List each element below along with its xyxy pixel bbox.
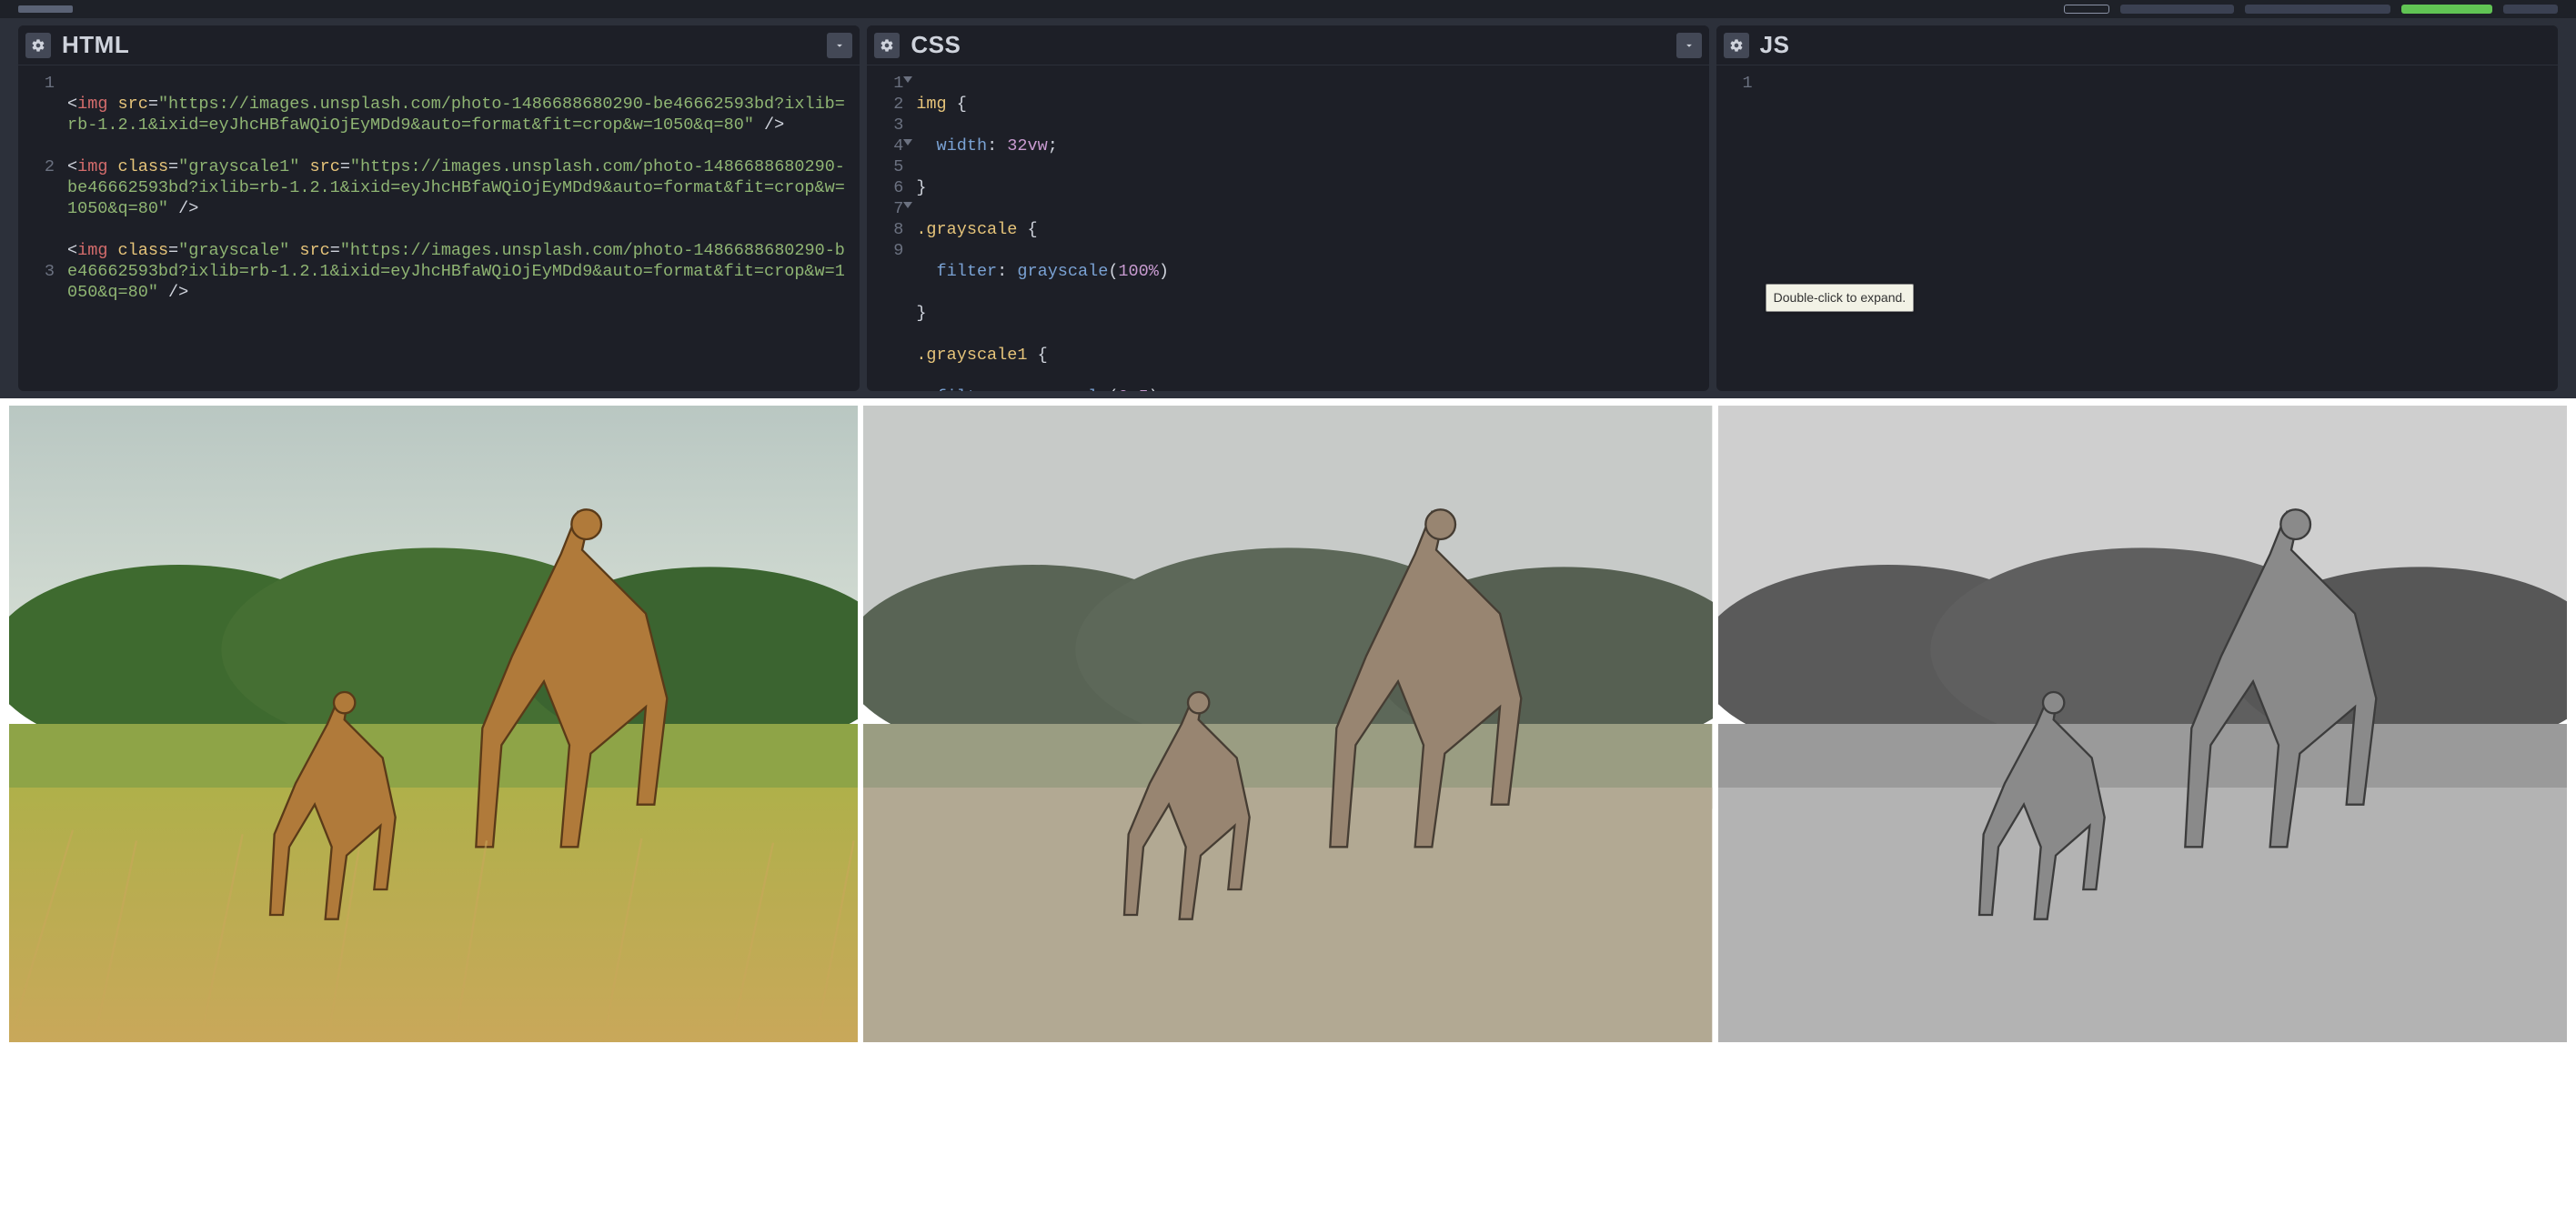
html-editor[interactable]: 1 2 3 <img src="https://images.unsplash.… xyxy=(18,65,860,391)
css-panel-title: CSS xyxy=(911,31,961,59)
expand-tooltip: Double-click to expand. xyxy=(1766,284,1915,312)
top-bar-left xyxy=(18,5,73,13)
html-panel-title: HTML xyxy=(62,31,129,59)
editor-row: HTML 1 2 3 <img src="https://images.unsp… xyxy=(0,18,2576,398)
html-panel-header: HTML xyxy=(18,25,860,65)
top-bar xyxy=(0,0,2576,18)
preview-pane xyxy=(0,398,2576,1215)
css-code-body[interactable]: img { width: 32vw; } .grayscale { filter… xyxy=(909,65,1708,391)
line-number: 8 xyxy=(867,219,903,240)
line-number: 4 xyxy=(867,136,903,156)
line-number: 3 xyxy=(18,261,55,282)
top-bar-right xyxy=(2064,5,2558,14)
js-panel-header: JS xyxy=(1716,25,2558,65)
html-gutter: 1 2 3 xyxy=(18,65,60,391)
view-badge[interactable] xyxy=(18,5,73,13)
js-code-body[interactable]: Double-click to expand. xyxy=(1758,65,2558,391)
js-editor[interactable]: 1 Double-click to expand. xyxy=(1716,65,2558,391)
line-number: 2 xyxy=(867,94,903,115)
top-button-2[interactable] xyxy=(2120,5,2234,14)
line-number: 1 xyxy=(18,73,55,94)
line-number: 3 xyxy=(867,115,903,136)
top-button-1[interactable] xyxy=(2064,5,2109,14)
preview-image-grayscale-half xyxy=(863,406,1712,1215)
line-number: 7 xyxy=(867,198,903,219)
line-number: 5 xyxy=(867,156,903,177)
top-button-3[interactable] xyxy=(2245,5,2390,14)
html-panel: HTML 1 2 3 <img src="https://images.unsp… xyxy=(18,25,860,391)
css-panel-header: CSS xyxy=(867,25,1708,65)
line-number: 6 xyxy=(867,177,903,198)
chevron-down-icon[interactable] xyxy=(827,33,852,58)
app-root: HTML 1 2 3 <img src="https://images.unsp… xyxy=(0,0,2576,1215)
line-number: 2 xyxy=(18,156,55,177)
gear-icon[interactable] xyxy=(874,33,900,58)
js-gutter: 1 xyxy=(1716,65,1758,391)
chevron-down-icon[interactable] xyxy=(1676,33,1702,58)
js-panel: JS 1 Double-click to expand. xyxy=(1716,25,2558,391)
giraffe-image xyxy=(1718,406,2567,1042)
css-editor[interactable]: 1 2 3 4 5 6 7 8 9 img { width: 32vw; } .… xyxy=(867,65,1708,391)
html-code-body[interactable]: <img src="https://images.unsplash.com/ph… xyxy=(60,65,860,391)
line-number: 1 xyxy=(1716,73,1753,94)
giraffe-image xyxy=(9,406,858,1042)
css-gutter: 1 2 3 4 5 6 7 8 9 xyxy=(867,65,909,391)
top-button-5[interactable] xyxy=(2503,5,2558,14)
js-panel-title: JS xyxy=(1760,31,1790,59)
line-number: 1 xyxy=(867,73,903,94)
preview-image-normal xyxy=(9,406,858,1215)
gear-icon[interactable] xyxy=(1724,33,1749,58)
giraffe-image xyxy=(863,406,1712,1042)
gear-icon[interactable] xyxy=(25,33,51,58)
css-panel: CSS 1 2 3 4 5 6 7 8 9 xyxy=(867,25,1708,391)
preview-image-grayscale-full xyxy=(1718,406,2567,1215)
line-number: 9 xyxy=(867,240,903,261)
save-button[interactable] xyxy=(2401,5,2492,14)
